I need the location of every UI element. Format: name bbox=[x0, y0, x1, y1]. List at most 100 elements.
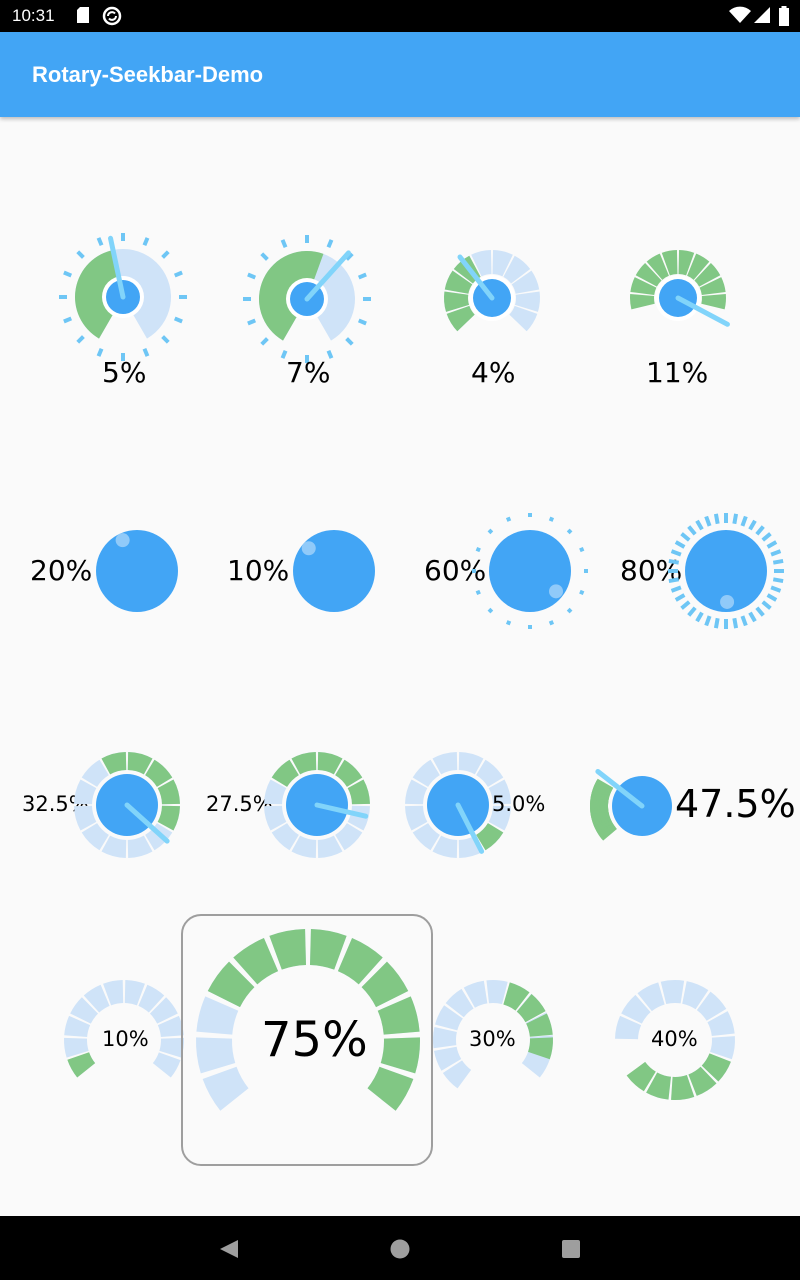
arc-segment bbox=[269, 929, 307, 970]
tick-mark bbox=[357, 272, 367, 280]
tick-mark bbox=[695, 519, 704, 531]
tick-mark bbox=[748, 611, 757, 623]
tick-mark bbox=[761, 600, 772, 610]
knob-value-label: 30% bbox=[469, 1027, 516, 1051]
tick-mark bbox=[674, 540, 686, 549]
arc-segment bbox=[433, 1027, 457, 1049]
tick-mark bbox=[487, 528, 494, 535]
tick-mark bbox=[63, 316, 73, 324]
tick-mark bbox=[566, 607, 573, 614]
tick-mark bbox=[772, 558, 784, 565]
tick-mark bbox=[345, 337, 354, 346]
tick-mark bbox=[770, 549, 782, 557]
indicator-dot bbox=[115, 533, 130, 548]
tick-mark bbox=[548, 516, 555, 522]
tick-mark bbox=[670, 549, 682, 557]
tick-mark bbox=[761, 532, 772, 542]
tick-mark bbox=[755, 525, 765, 536]
app-bar: Rotary-Seekbar-Demo bbox=[0, 32, 800, 117]
tick-mark bbox=[770, 585, 782, 593]
arc-segment bbox=[486, 980, 508, 1005]
home-icon[interactable] bbox=[389, 1238, 411, 1264]
knob-value-label: 40% bbox=[651, 1027, 698, 1051]
tick-mark bbox=[475, 546, 481, 553]
status-bar: 10:31 bbox=[0, 0, 800, 32]
tick-mark bbox=[326, 239, 334, 249]
knob-value-label: 5% bbox=[102, 356, 147, 389]
indicator-dot bbox=[301, 541, 316, 556]
knob-body bbox=[489, 530, 571, 612]
arc-segment bbox=[202, 1066, 249, 1111]
tick-mark bbox=[505, 620, 512, 626]
tick-mark bbox=[505, 516, 512, 522]
arc-segment bbox=[380, 1037, 420, 1074]
back-icon[interactable] bbox=[218, 1238, 240, 1264]
tick-mark bbox=[579, 546, 585, 553]
status-time: 10:31 bbox=[12, 6, 55, 25]
tick-mark bbox=[548, 620, 555, 626]
knob-indicator-dot bbox=[720, 594, 735, 609]
tick-mark bbox=[687, 606, 697, 617]
tick-mark bbox=[260, 337, 269, 346]
knob-value-label: 10% bbox=[227, 554, 290, 587]
tick-mark bbox=[740, 615, 748, 627]
tick-mark bbox=[63, 270, 73, 278]
arc-segment bbox=[630, 294, 655, 310]
arc-segment bbox=[152, 1052, 181, 1078]
tick-mark bbox=[668, 577, 680, 584]
nav-bar bbox=[0, 1216, 800, 1280]
tick-mark bbox=[713, 513, 720, 525]
arc-segment bbox=[367, 1066, 414, 1111]
arc-segment bbox=[701, 294, 726, 310]
knob-value-label: 47.5% bbox=[675, 782, 796, 826]
sd-card-icon bbox=[76, 6, 90, 29]
tick-mark bbox=[766, 540, 778, 549]
tick-mark bbox=[173, 270, 183, 278]
tick-mark bbox=[704, 515, 712, 527]
knob-value-label: 20% bbox=[30, 554, 93, 587]
knob-value-label: 27.5% bbox=[206, 792, 273, 816]
rotary-seekbar[interactable] bbox=[588, 764, 672, 848]
tick-mark bbox=[704, 615, 712, 627]
indicator-dot bbox=[720, 594, 735, 609]
recents-icon[interactable] bbox=[560, 1238, 582, 1264]
tick-mark bbox=[732, 513, 739, 525]
tick-mark bbox=[566, 528, 573, 535]
tick-mark bbox=[772, 577, 784, 584]
rotary-seekbar[interactable] bbox=[284, 521, 384, 621]
tick-mark bbox=[76, 250, 85, 259]
indicator-dot bbox=[549, 584, 564, 599]
knob-value-label: 5.0% bbox=[492, 792, 546, 816]
arc-segment bbox=[196, 1037, 236, 1074]
tick-mark bbox=[748, 519, 757, 531]
progress-ticks bbox=[589, 778, 617, 841]
knob-value-label: 4% bbox=[471, 356, 516, 389]
tick-mark bbox=[755, 606, 765, 617]
battery-icon bbox=[778, 6, 790, 31]
tick-mark bbox=[695, 611, 704, 623]
tick-mark bbox=[475, 589, 481, 596]
arc-segment bbox=[660, 980, 685, 1005]
tick-mark bbox=[680, 532, 691, 542]
rotary-seekbar[interactable] bbox=[59, 233, 187, 361]
rotary-seekbar[interactable] bbox=[442, 248, 542, 348]
knob-indicator-dot bbox=[115, 533, 130, 548]
rotary-seekbar[interactable] bbox=[264, 752, 370, 858]
rotary-seekbar[interactable] bbox=[243, 235, 371, 363]
rotary-seekbar[interactable] bbox=[74, 752, 180, 858]
tick-mark bbox=[142, 237, 150, 247]
rotary-seekbar[interactable] bbox=[470, 511, 590, 631]
knob-body bbox=[96, 530, 178, 612]
tick-mark bbox=[247, 272, 257, 280]
tick-mark bbox=[161, 335, 170, 344]
tick-mark bbox=[579, 589, 585, 596]
rotary-seekbar[interactable] bbox=[666, 511, 786, 631]
knob-indicator-dot bbox=[301, 541, 316, 556]
tick-mark bbox=[687, 525, 697, 536]
rotary-seekbar[interactable] bbox=[87, 521, 187, 621]
tick-mark bbox=[357, 318, 367, 326]
tick-mark bbox=[260, 252, 269, 261]
tick-mark bbox=[161, 250, 170, 259]
tick-mark bbox=[766, 593, 778, 602]
rotary-seekbar[interactable] bbox=[628, 248, 730, 348]
